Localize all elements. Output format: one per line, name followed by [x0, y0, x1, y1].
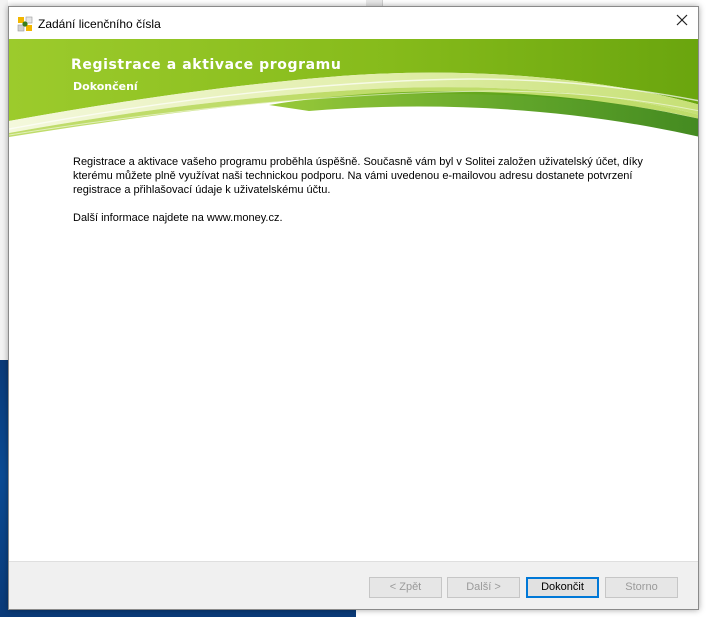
next-button[interactable]: Další >	[447, 577, 520, 598]
completion-message: Registrace a aktivace vašeho programu pr…	[73, 156, 643, 196]
window-title: Zadání licenčního čísla	[38, 17, 161, 31]
more-info-text: Další informace najdete na www.money.cz.	[73, 212, 283, 224]
wizard-banner: Registrace a aktivace programu Dokončení	[9, 39, 698, 139]
banner-subtitle: Dokončení	[73, 80, 138, 93]
background-window-left	[0, 0, 8, 360]
cancel-button[interactable]: Storno	[605, 577, 678, 598]
wizard-content: Registrace a aktivace vašeho programu pr…	[73, 155, 673, 239]
title-bar[interactable]: Zadání licenčního čísla	[9, 7, 698, 39]
close-button[interactable]	[666, 7, 698, 37]
wizard-footer: < Zpět Další > Dokončit Storno	[9, 561, 698, 609]
back-button[interactable]: < Zpět	[369, 577, 442, 598]
finish-button[interactable]: Dokončit	[526, 577, 599, 598]
money-app-icon	[17, 16, 33, 32]
license-dialog: Zadání licenčního čísla Registrace a akt…	[8, 6, 699, 610]
close-icon	[676, 13, 688, 31]
banner-title: Registrace a aktivace programu	[71, 57, 342, 73]
